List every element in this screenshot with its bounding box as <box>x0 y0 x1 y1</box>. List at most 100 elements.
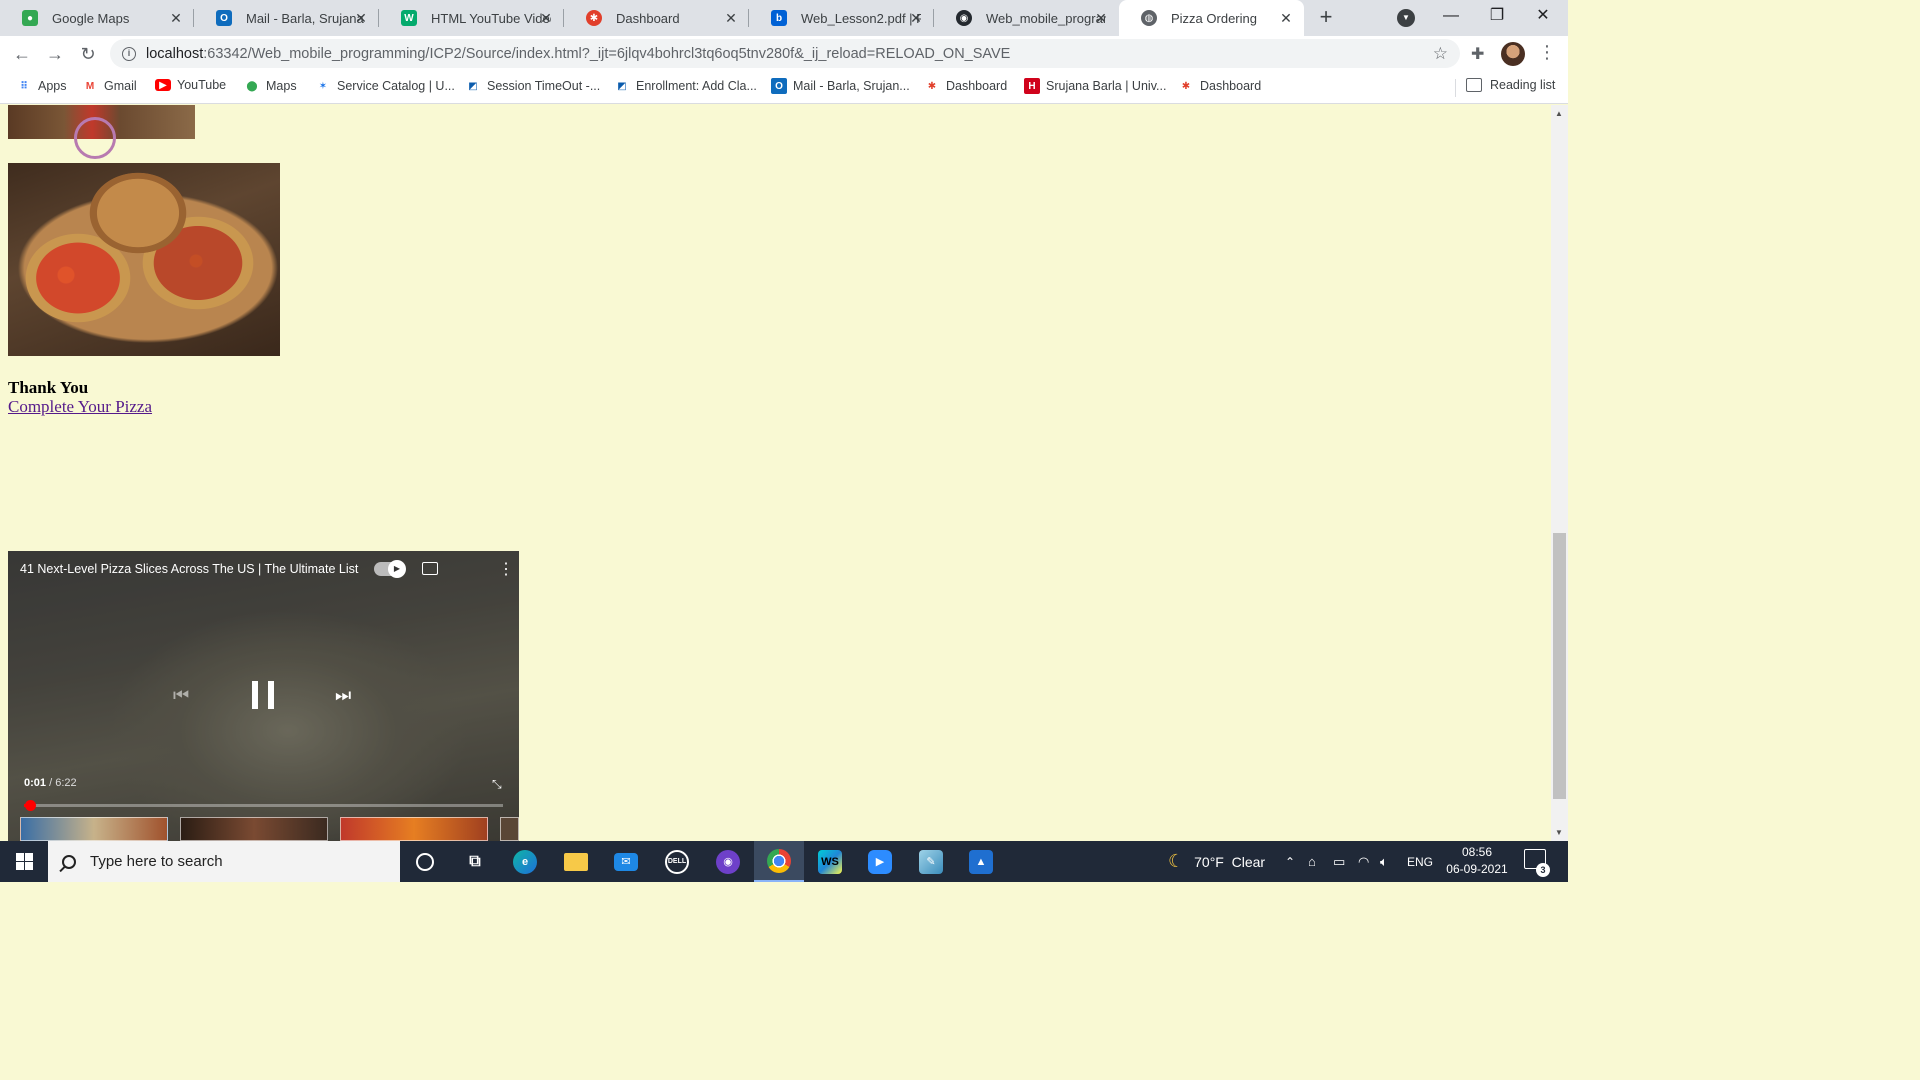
chrome-icon[interactable] <box>754 841 804 882</box>
tab-github[interactable]: ◉ Web_mobile_program ✕ <box>934 0 1119 36</box>
tab-title: Web_Lesson2.pdf | Po <box>801 10 921 26</box>
show-hidden-icons[interactable]: ⌃ <box>1285 841 1295 882</box>
tab-google-maps[interactable]: ● Google Maps ✕ <box>0 0 194 36</box>
page-content: Thank You Complete Your Pizza 41 Next-Le… <box>0 105 1551 841</box>
extensions-puzzle-icon[interactable]: ✚ <box>1471 44 1484 64</box>
mail-icon[interactable]: ✉ <box>601 841 651 882</box>
close-window-button[interactable]: ✕ <box>1520 0 1566 32</box>
bookmark-label: Maps <box>266 79 297 93</box>
photos-icon[interactable]: ▲ <box>956 841 1006 882</box>
weather-widget[interactable]: ☾ 70°F Clear <box>1168 841 1265 882</box>
tab-title: Google Maps <box>52 10 130 26</box>
wifi-icon[interactable]: ◠ <box>1358 841 1369 882</box>
cast-icon[interactable] <box>422 562 438 575</box>
close-icon[interactable]: ✕ <box>908 10 924 26</box>
previous-icon[interactable]: ⏮ <box>173 685 189 706</box>
clock-time: 08:56 <box>1461 845 1493 859</box>
tab-web-lesson-pdf[interactable]: b Web_Lesson2.pdf | Po ✕ <box>749 0 934 36</box>
language-indicator[interactable]: ENG <box>1407 841 1433 882</box>
scroll-up-icon[interactable]: ▲ <box>1555 109 1563 118</box>
bookmark-label: Apps <box>38 79 67 93</box>
reload-icon[interactable]: ↻ <box>76 42 100 66</box>
url-text[interactable]: localhost:63342/Web_mobile_programming/I… <box>146 46 1010 62</box>
back-arrow-icon[interactable]: ← <box>10 42 34 66</box>
related-video-thumbnail[interactable] <box>180 817 328 841</box>
restore-button[interactable]: ❐ <box>1474 0 1520 32</box>
bookmark-apps[interactable]: ⠿ Apps <box>16 78 67 94</box>
scrollbar-thumb[interactable] <box>1553 533 1566 799</box>
bookmark-label: Srujana Barla | Univ... <box>1046 79 1167 93</box>
browser-menu-icon[interactable]: ⋮ <box>1538 42 1556 63</box>
edge-icon[interactable]: e <box>500 841 550 882</box>
bookmark-session-timeout[interactable]: ◩ Session TimeOut -... <box>465 78 600 94</box>
close-icon[interactable]: ✕ <box>1278 10 1294 26</box>
bookmark-enrollment[interactable]: ◩ Enrollment: Add Cla... <box>614 78 757 94</box>
close-icon[interactable]: ✕ <box>1093 10 1109 26</box>
related-video-thumbnail[interactable] <box>340 817 488 841</box>
related-video-thumbnail[interactable] <box>20 817 168 841</box>
minimize-button[interactable]: — <box>1428 0 1474 32</box>
video-progress-bar[interactable] <box>24 800 503 811</box>
youtube-icon: ▶ <box>155 79 171 91</box>
complete-your-pizza-link[interactable]: Complete Your Pizza <box>8 397 152 417</box>
zoom-icon[interactable]: ▶ <box>855 841 905 882</box>
video-title[interactable]: 41 Next-Level Pizza Slices Across The US… <box>20 562 358 576</box>
meet-now-icon[interactable]: ⌂ <box>1308 841 1316 882</box>
autoplay-toggle[interactable] <box>374 560 406 578</box>
close-icon[interactable]: ✕ <box>538 10 554 26</box>
scroll-down-icon[interactable]: ▼ <box>1555 828 1563 837</box>
system-clock[interactable]: 08:56 06-09-2021 <box>1432 844 1522 878</box>
cortana-icon[interactable] <box>400 841 450 882</box>
new-tab-button[interactable]: + <box>1314 6 1338 30</box>
tab-html-youtube[interactable]: W HTML YouTube Videos ✕ <box>379 0 564 36</box>
profile-avatar[interactable] <box>1501 42 1525 66</box>
bookmark-gmail[interactable]: M Gmail <box>82 78 137 94</box>
url-host: localhost <box>146 45 204 62</box>
tab-title: Web_mobile_program <box>986 10 1106 26</box>
tab-search-icon[interactable]: ▼ <box>1397 9 1415 27</box>
bookmark-youtube[interactable]: ▶ YouTube <box>155 78 226 92</box>
bookmark-mail[interactable]: O Mail - Barla, Srujan... <box>771 78 910 94</box>
webstorm-icon[interactable]: WS <box>805 841 855 882</box>
start-button[interactable] <box>0 841 48 882</box>
address-bar[interactable]: i localhost:63342/Web_mobile_programming… <box>110 39 1460 68</box>
dell-icon[interactable]: DELL <box>652 841 702 882</box>
info-icon[interactable]: i <box>122 46 136 61</box>
exit-fullscreen-icon[interactable]: ⤡ <box>492 777 502 792</box>
reading-list-button[interactable]: Reading list <box>1466 78 1555 92</box>
box-icon: b <box>771 10 787 26</box>
bookmark-srujana-barla[interactable]: H Srujana Barla | Univ... <box>1024 78 1166 94</box>
close-icon[interactable]: ✕ <box>353 10 369 26</box>
bookmark-dashboard[interactable]: ✱ Dashboard <box>924 78 1007 94</box>
next-icon[interactable]: ⏭ <box>335 685 351 706</box>
github-desktop-icon[interactable]: ◉ <box>703 841 753 882</box>
pause-icon[interactable] <box>252 681 274 709</box>
tab-title: Pizza Ordering <box>1171 10 1257 26</box>
bookmark-maps[interactable]: ⬤ Maps <box>244 78 297 94</box>
battery-icon[interactable]: ▭ <box>1333 841 1345 882</box>
bookmark-service-catalog[interactable]: ✶ Service Catalog | U... <box>315 78 455 94</box>
volume-icon[interactable]: 🔈︎ <box>1380 841 1388 882</box>
pizza-image-top <box>8 105 195 159</box>
youtube-video-player[interactable]: 41 Next-Level Pizza Slices Across The US… <box>8 551 519 841</box>
forward-arrow-icon[interactable]: → <box>43 42 67 66</box>
task-view-icon[interactable]: ⧉ <box>450 841 500 882</box>
page-scrollbar[interactable]: ▲ ▼ <box>1551 105 1568 841</box>
tab-title: Dashboard <box>616 10 680 26</box>
bookmark-star-icon[interactable]: ☆ <box>1433 44 1448 64</box>
tab-dashboard[interactable]: ✱ Dashboard ✕ <box>564 0 749 36</box>
close-icon[interactable]: ✕ <box>723 10 739 26</box>
file-explorer-icon[interactable] <box>551 841 601 882</box>
url-path: :63342/Web_mobile_programming/ICP2/Sourc… <box>203 45 1011 62</box>
related-videos-strip <box>20 817 519 841</box>
enrollment-icon: ◩ <box>617 80 627 92</box>
related-video-thumbnail[interactable] <box>500 817 519 841</box>
close-icon[interactable]: ✕ <box>168 10 184 26</box>
notepad-icon[interactable]: ✎ <box>906 841 956 882</box>
bookmark-dashboard-2[interactable]: ✱ Dashboard <box>1178 78 1261 94</box>
tab-pizza-ordering[interactable]: ◍ Pizza Ordering ✕ <box>1119 0 1304 36</box>
taskbar-search[interactable]: Type here to search <box>48 841 400 882</box>
reading-list-label: Reading list <box>1490 78 1556 92</box>
tab-mail[interactable]: O Mail - Barla, Srujana (U ✕ <box>194 0 379 36</box>
more-options-icon[interactable]: ⋮ <box>498 559 514 579</box>
